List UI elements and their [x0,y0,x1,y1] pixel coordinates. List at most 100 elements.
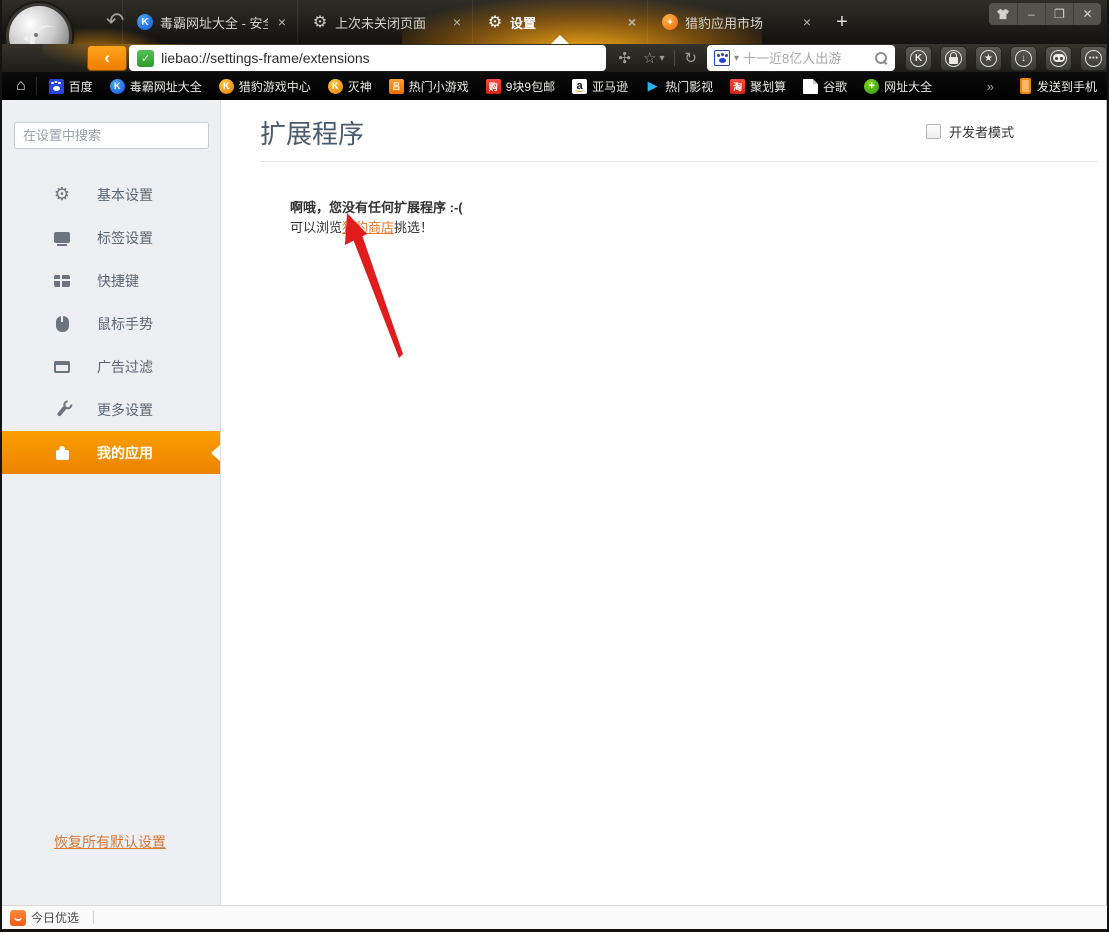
tab-label: 设置 [510,13,618,32]
site-safety-icon[interactable]: ✓ [137,50,154,67]
history-back-icon[interactable]: ↶ [106,8,124,34]
browser-logo[interactable] [6,3,72,44]
baidu-paw-icon[interactable] [714,50,730,66]
document-icon [803,79,818,94]
tab-label: 上次未关闭页面 [335,13,443,32]
bookmark-duba[interactable]: K毒霸网址大全 [110,78,202,95]
status-bar: 今日优选 [2,905,1107,929]
header-divider [260,161,1098,162]
liebao-store-link[interactable]: 猎豹商店 [342,220,394,235]
sidebar-item-basic[interactable]: ⚙ 基本设置 [2,173,220,216]
duba-k-icon: K [137,14,153,30]
empty-extensions-message: 啊哦，您没有任何扩展程序 :-( 可以浏览猎豹商店挑选！ [290,198,1106,238]
amazon-icon: a [572,79,587,94]
bookmark-99-deals[interactable]: 购9块9包邮 [486,78,555,95]
bookmark-amazon[interactable]: a亚马逊 [572,78,628,95]
home-icon[interactable]: ⌂ [16,77,26,95]
restore-defaults-link[interactable]: 恢复所有默认设置 [54,832,166,852]
sidebar-item-tabs[interactable]: 标签设置 [2,216,220,259]
games-chat-icon: 吕 [389,79,404,94]
duba-k-button[interactable]: K [905,46,932,71]
refresh-icon[interactable]: ↻ [684,49,697,67]
tab-app-market[interactable]: ✦ 猎豹应用市场 × [647,0,822,44]
k-orange-icon: K [219,79,234,94]
monitor-icon [51,228,73,248]
search-engine-dropdown-icon[interactable]: ▾ [734,53,739,64]
sidebar-item-ad-filter[interactable]: 广告过滤 [2,345,220,388]
gamepad-icon [1053,54,1065,62]
shopping-icon: 购 [486,79,501,94]
star-icon: ★ [980,50,997,67]
developer-mode-toggle[interactable]: 开发者模式 [926,122,1014,141]
search-icon[interactable] [874,51,888,65]
bookmark-site-nav[interactable]: +网址大全 [864,78,932,95]
sidebar-item-my-apps[interactable]: 我的应用 [2,431,220,474]
sidebar-item-more-settings[interactable]: 更多设置 [2,388,220,431]
bookmark-hot-video[interactable]: ▶热门影视 [645,78,713,95]
theme-skin-button[interactable] [989,3,1017,25]
empty-message-title: 啊哦，您没有任何扩展程序 :-( [290,198,1106,218]
tab-close-icon[interactable]: × [625,14,639,30]
empty-message-line: 可以浏览猎豹商店挑选！ [290,218,1106,238]
window-icon [51,357,73,377]
more-menu-button[interactable]: ⋯ [1080,46,1107,71]
settings-search-input[interactable] [14,122,209,149]
navigation-toolbar: ‹ ✓ liebao://settings-frame/extensions ✣… [2,44,1107,72]
extensions-page: 扩展程序 开发者模式 啊哦，您没有任何扩展程序 :-( 可以浏览猎豹商店挑选！ [221,100,1107,905]
tab-duba-site[interactable]: K 毒霸网址大全 - 安全... × [122,0,297,44]
gear-icon: ⚙ [51,185,73,205]
tab-close-icon[interactable]: × [800,14,814,30]
bookmark-baidu[interactable]: 百度 [49,78,93,95]
tab-strip: K 毒霸网址大全 - 安全... × ⚙ 上次未关闭页面 × ⚙ 设置 × ✦ … [122,0,862,44]
developer-mode-checkbox[interactable] [926,124,941,139]
tab-bar: ↶ K 毒霸网址大全 - 安全... × ⚙ 上次未关闭页面 × ⚙ 设置 × … [2,0,1107,44]
green-plus-icon: + [864,79,879,94]
settings-content: ⚙ 基本设置 标签设置 快捷键 鼠标手势 广告过滤 [2,100,1107,905]
active-tab-pointer [551,35,569,44]
toolbar-buttons: K ★ ↓ ⋯ [905,46,1107,71]
daily-picks-button[interactable]: 今日优选 [31,909,79,926]
settings-sidebar: ⚙ 基本设置 标签设置 快捷键 鼠标手势 广告过滤 [2,100,221,905]
bookmark-star-icon[interactable]: ☆ [643,49,656,67]
page-header: 扩展程序 开发者模式 [221,100,1106,161]
maximize-button[interactable]: ❐ [1045,3,1073,25]
tab-close-icon[interactable]: × [275,14,289,30]
privacy-lock-button[interactable] [940,46,967,71]
tab-label: 毒霸网址大全 - 安全... [160,13,268,32]
downloads-button[interactable]: ↓ [1010,46,1037,71]
search-box[interactable]: ▾ [707,45,895,71]
tab-label: 猎豹应用市场 [685,13,793,32]
minimize-button[interactable]: – [1017,3,1045,25]
close-button[interactable]: ✕ [1073,3,1101,25]
liebao-market-icon: ✦ [662,14,678,30]
tab-close-icon[interactable]: × [450,14,464,30]
favorites-button[interactable]: ★ [975,46,1002,71]
bookmark-google[interactable]: 谷歌 [803,78,847,95]
sidebar-item-mouse-gestures[interactable]: 鼠标手势 [2,302,220,345]
download-icon: ↓ [1015,50,1032,67]
bookmark-hot-games[interactable]: 吕热门小游戏 [389,78,469,95]
puzzle-icon [51,443,73,463]
games-button[interactable] [1045,46,1072,71]
back-button[interactable]: ‹ [87,45,127,71]
address-bar[interactable]: ✓ liebao://settings-frame/extensions [129,45,606,71]
play-icon: ▶ [645,79,660,94]
search-input[interactable] [743,51,870,66]
bookmarks-overflow-chevron[interactable]: » [987,79,994,94]
sidebar-item-shortcuts[interactable]: 快捷键 [2,259,220,302]
url-text[interactable]: liebao://settings-frame/extensions [161,50,370,66]
send-to-phone-button[interactable]: 发送到手机 [1037,78,1097,95]
bookmark-juhuasuan[interactable]: 淘聚划算 [730,78,786,95]
extensions-icon[interactable]: ✣ [618,49,631,67]
bookmark-mieshen[interactable]: K灭神 [328,78,372,95]
more-icon: ⋯ [1085,50,1102,67]
developer-mode-label: 开发者模式 [949,122,1014,141]
bookmark-dropdown-icon[interactable]: ▾ [659,53,664,64]
tab-settings[interactable]: ⚙ 设置 × [472,0,647,44]
new-tab-button[interactable]: + [822,0,862,44]
toolbar-divider [674,50,675,66]
bookmarks-divider [36,77,37,95]
bookmark-game-center[interactable]: K猎豹游戏中心 [219,78,311,95]
browser-window: ↶ K 毒霸网址大全 - 安全... × ⚙ 上次未关闭页面 × ⚙ 设置 × … [0,0,1109,932]
tab-last-session[interactable]: ⚙ 上次未关闭页面 × [297,0,472,44]
